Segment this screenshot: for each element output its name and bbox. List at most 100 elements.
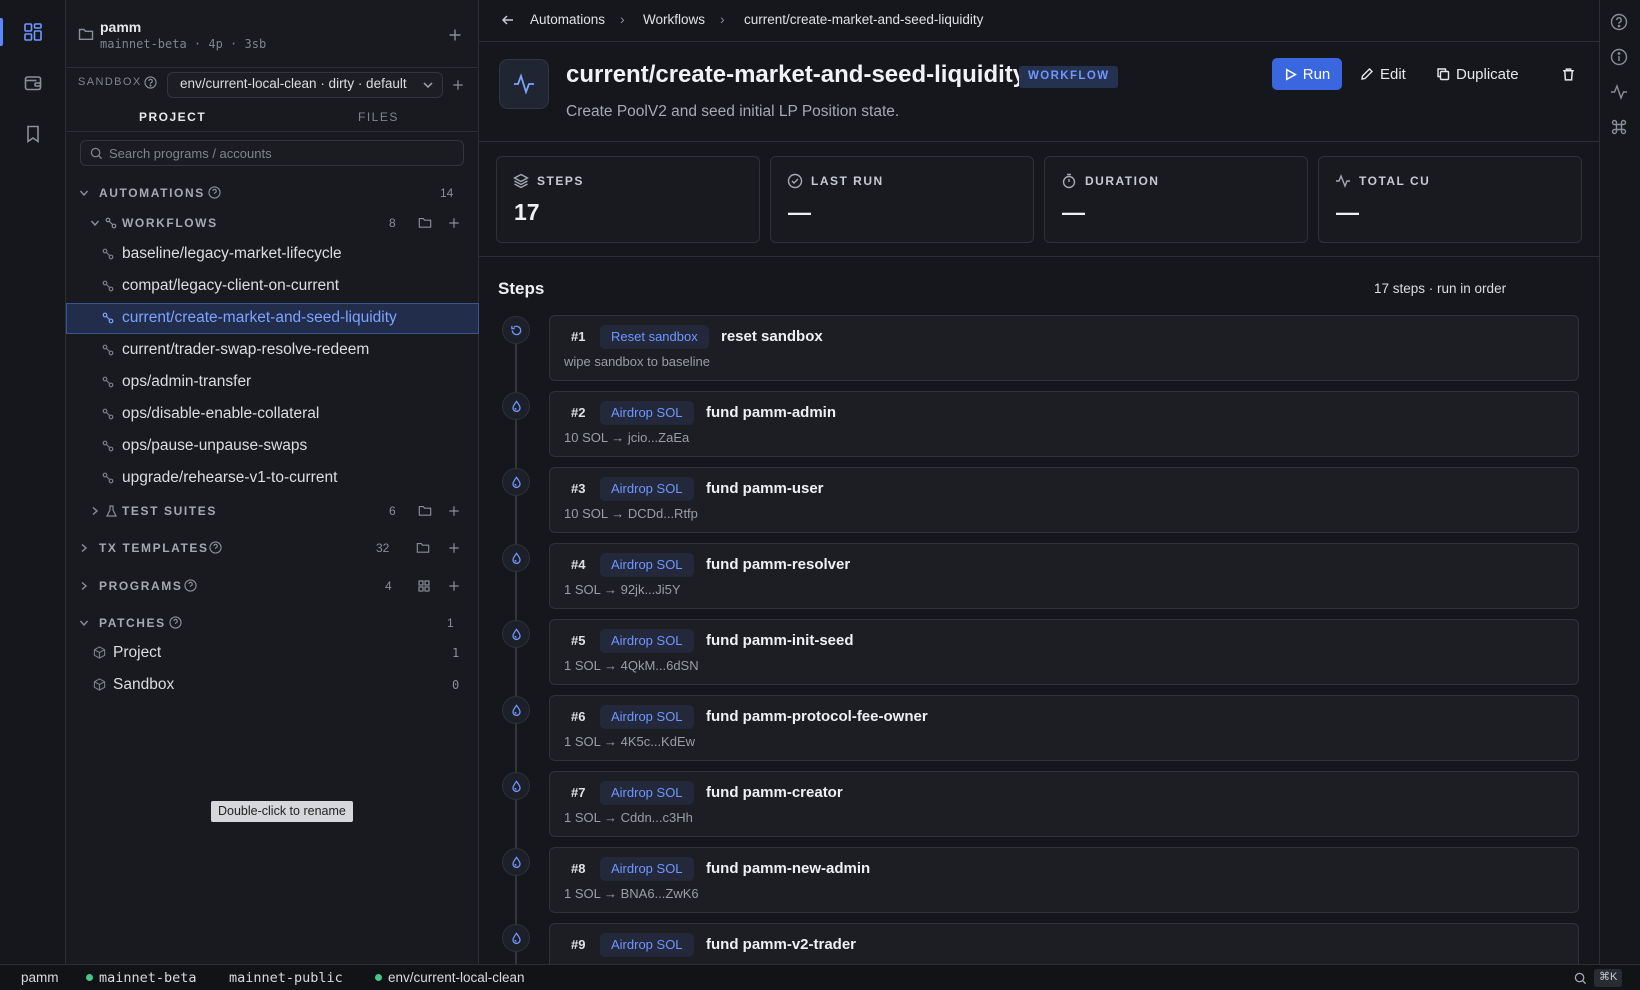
folder-icon[interactable]: [418, 216, 432, 229]
grid-icon[interactable]: [418, 580, 430, 592]
add-workflow-button[interactable]: [448, 217, 460, 229]
workflow-item-selected[interactable]: current/create-market-and-seed-liquidity: [66, 303, 479, 334]
wallet-icon[interactable]: [0, 65, 66, 101]
search-placeholder: Search programs / accounts: [109, 146, 272, 161]
sidebar: pamm mainnet-beta · 4p · 3sb SANDBOX env…: [66, 0, 479, 964]
section-workflows[interactable]: WORKFLOWS 8: [66, 210, 479, 236]
add-project-button[interactable]: [448, 28, 462, 42]
workflow-item[interactable]: upgrade/rehearse-v1-to-current: [66, 463, 479, 494]
step-detail: 1 SOL → 92jk...Ji5Y: [564, 582, 681, 597]
chevron-down-icon: [79, 188, 89, 198]
section-count: 32: [376, 541, 390, 555]
activity-icon[interactable]: [1610, 83, 1630, 103]
workflow-icon: [105, 217, 117, 229]
cube-icon: [93, 646, 106, 659]
help-icon[interactable]: [1610, 13, 1630, 33]
help-icon[interactable]: [184, 579, 197, 592]
steps-section: Steps 17 steps · run in order #1 Reset sa…: [479, 256, 1599, 964]
add-program-button[interactable]: [448, 580, 460, 592]
step-detail: 10 SOL → DCDd...Rtfp: [564, 506, 698, 521]
info-icon[interactable]: [1610, 48, 1630, 68]
section-label: PROGRAMS: [99, 579, 183, 593]
project-name[interactable]: pamm: [100, 19, 141, 35]
breadcrumb-automations[interactable]: Automations: [530, 12, 605, 27]
chevron-down-icon: [90, 218, 100, 228]
step-card[interactable]: #7 Airdrop SOL fund pamm-creator 1 SOL → Cd…: [549, 771, 1579, 837]
tab-files[interactable]: FILES: [358, 110, 399, 124]
section-patches[interactable]: PATCHES 1: [66, 610, 479, 636]
help-icon[interactable]: [208, 186, 221, 199]
back-arrow-icon[interactable]: [501, 13, 515, 27]
chevron-right-icon: [79, 543, 89, 553]
chevron-right-icon: [90, 506, 100, 516]
sandbox-label: SANDBOX: [78, 76, 142, 88]
run-button[interactable]: Run: [1272, 58, 1342, 90]
breadcrumb-workflows[interactable]: Workflows: [643, 12, 705, 27]
step-type-badge: Airdrop SOL: [600, 401, 694, 425]
status-project[interactable]: pamm: [21, 970, 59, 985]
workflow-item[interactable]: ops/pause-unpause-swaps: [66, 431, 479, 462]
add-test-suite-button[interactable]: [448, 505, 460, 517]
help-icon[interactable]: [169, 616, 182, 629]
workflow-item[interactable]: ops/admin-transfer: [66, 367, 479, 398]
workflow-item[interactable]: ops/disable-enable-collateral: [66, 399, 479, 430]
workflow-item[interactable]: baseline/legacy-market-lifecycle: [66, 239, 479, 270]
project-meta: mainnet-beta · 4p · 3sb: [100, 37, 267, 51]
section-automations[interactable]: AUTOMATIONS 14: [66, 180, 479, 206]
step-card[interactable]: #1 Reset sandbox reset sandbox wipe sandbox…: [549, 315, 1579, 381]
patch-item[interactable]: Sandbox 0: [66, 670, 479, 701]
workflow-item[interactable]: compat/legacy-client-on-current: [66, 271, 479, 302]
add-sandbox-button[interactable]: [452, 79, 464, 91]
status-cluster[interactable]: mainnet-beta: [86, 970, 197, 986]
status-rpc[interactable]: mainnet-public: [229, 970, 343, 986]
edit-button[interactable]: Edit: [1360, 58, 1406, 90]
flask-icon: [106, 505, 117, 517]
section-tx-templates[interactable]: TX TEMPLATES 32: [66, 535, 479, 561]
stat-card-total-cu: TOTAL CU —: [1318, 156, 1582, 243]
workflow-icon: [102, 440, 114, 452]
step-name: fund pamm-protocol-fee-owner: [706, 708, 928, 725]
add-template-button[interactable]: [448, 542, 460, 554]
dashboard-icon[interactable]: [0, 14, 66, 50]
step-number: #3: [571, 481, 586, 496]
step-name: fund pamm-admin: [706, 404, 836, 421]
duplicate-button[interactable]: Duplicate: [1436, 58, 1519, 90]
step-card[interactable]: #5 Airdrop SOL fund pamm-init-seed 1 SOL → …: [549, 619, 1579, 685]
patch-item[interactable]: Project 1: [66, 638, 479, 669]
step-card[interactable]: #3 Airdrop SOL fund pamm-user 10 SOL → DCDd…: [549, 467, 1579, 533]
folder-icon[interactable]: [416, 541, 430, 554]
command-icon[interactable]: [1610, 118, 1630, 138]
folder-icon[interactable]: [418, 504, 432, 517]
help-icon[interactable]: [144, 76, 157, 89]
section-test-suites[interactable]: TEST SUITES 6: [66, 498, 479, 524]
sandbox-row: SANDBOX env/current-local-clean · dirty …: [66, 68, 479, 102]
step-type-badge: Airdrop SOL: [600, 781, 694, 805]
step-card[interactable]: #8 Airdrop SOL fund pamm-new-admin 1 SOL → …: [549, 847, 1579, 913]
step-card[interactable]: #4 Airdrop SOL fund pamm-resolver 1 SOL → 9…: [549, 543, 1579, 609]
search-input[interactable]: Search programs / accounts: [80, 140, 464, 166]
section-count: 14: [440, 186, 454, 200]
search-icon[interactable]: [1574, 972, 1587, 985]
help-icon[interactable]: [209, 541, 222, 554]
patch-count: 1: [452, 646, 460, 660]
step-card[interactable]: #2 Airdrop SOL fund pamm-admin 10 SOL → jci…: [549, 391, 1579, 457]
tab-project[interactable]: PROJECT: [139, 110, 206, 124]
section-programs[interactable]: PROGRAMS 4: [66, 573, 479, 599]
trash-icon: [1561, 67, 1576, 82]
stat-label: STEPS: [537, 174, 584, 188]
status-env[interactable]: env/current-local-clean: [375, 970, 525, 985]
step-card[interactable]: #6 Airdrop SOL fund pamm-protocol-fee-owne…: [549, 695, 1579, 761]
sidebar-tabs: PROJECT FILES: [66, 104, 479, 132]
workflow-title[interactable]: current/create-market-and-seed-liquidity: [566, 61, 1026, 89]
workflow-item[interactable]: current/trader-swap-resolve-redeem: [66, 335, 479, 366]
workflow-icon: [102, 408, 114, 420]
bookmark-icon[interactable]: [0, 116, 66, 152]
step-card[interactable]: #9 Airdrop SOL fund pamm-v2-trader: [549, 923, 1579, 964]
delete-button[interactable]: [1561, 58, 1576, 90]
breadcrumb-current: current/create-market-and-seed-liquidity: [744, 12, 984, 27]
sandbox-select[interactable]: env/current-local-clean · dirty · defaul…: [167, 72, 443, 98]
step-type-badge: Reset sandbox: [600, 325, 709, 349]
stat-card-duration: DURATION —: [1044, 156, 1308, 243]
command-palette-shortcut[interactable]: ⌘K: [1594, 969, 1623, 987]
patch-label: Project: [113, 644, 162, 661]
